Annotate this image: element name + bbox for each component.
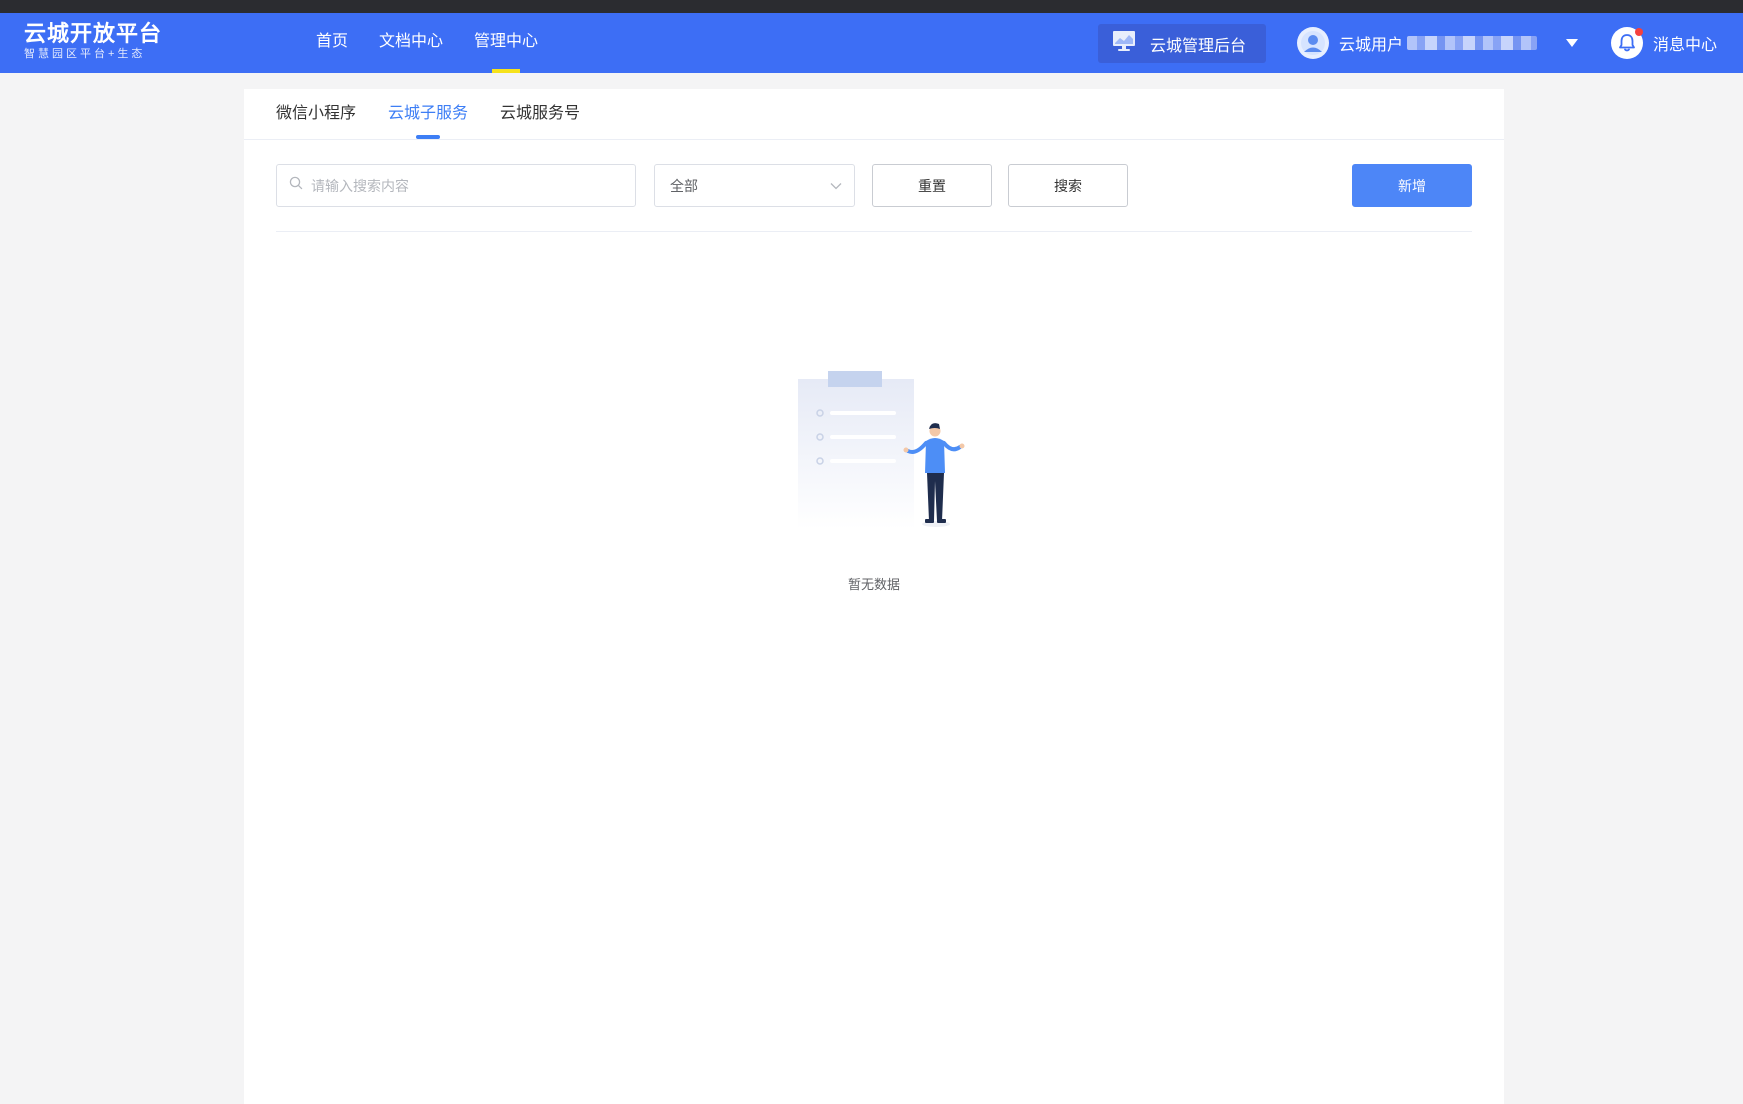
search-icon [289, 176, 303, 195]
user-avatar-icon [1297, 27, 1329, 59]
message-center-label: 消息中心 [1653, 37, 1718, 54]
message-center[interactable]: 消息中心 [1611, 25, 1717, 61]
admin-console-button[interactable]: 云城管理后台 [1098, 24, 1266, 63]
service-tabs: 微信小程序 云城子服务 云城服务号 [244, 89, 1504, 140]
search-button[interactable]: 搜索 [1008, 164, 1128, 207]
platform-logo[interactable]: 云城开放平台 智慧园区平台+生态 [24, 21, 162, 61]
caret-down-icon[interactable] [1566, 39, 1578, 47]
search-input[interactable] [309, 176, 613, 195]
reset-button[interactable]: 重置 [872, 164, 992, 207]
filter-divider [276, 231, 1472, 232]
admin-console-label: 云城管理后台 [1150, 37, 1247, 55]
logo-title: 云城开放平台 [24, 21, 163, 46]
nav-management-center[interactable]: 管理中心 [474, 13, 538, 73]
empty-state-text: 暂无数据 [847, 577, 900, 592]
monitor-icon [1112, 30, 1136, 57]
top-navigation-bar: 云城开放平台 智慧园区平台+生态 首页 文档中心 管理中心 云城管理后台 云城用… [0, 13, 1743, 73]
search-field[interactable] [276, 164, 636, 207]
main-nav: 首页 文档中心 管理中心 [316, 13, 569, 73]
nav-home[interactable]: 首页 [316, 13, 348, 73]
bell-icon [1611, 27, 1643, 59]
tab-yuncheng-sub-service[interactable]: 云城子服务 [388, 89, 468, 139]
content-panel: 微信小程序 云城子服务 云城服务号 全部 重置 搜索 新增 [244, 89, 1504, 1104]
add-button[interactable]: 新增 [1352, 164, 1472, 207]
unread-dot [1635, 28, 1643, 36]
chevron-down-icon [830, 177, 842, 195]
category-select[interactable]: 全部 [654, 164, 855, 207]
empty-state-illustration [788, 369, 968, 554]
user-name-redacted [1407, 36, 1538, 50]
logo-subtitle: 智慧园区平台+生态 [24, 48, 146, 60]
browser-chrome-strip [0, 0, 1743, 13]
user-menu[interactable]: 云城用户 [1297, 25, 1538, 61]
tab-yuncheng-service-account[interactable]: 云城服务号 [500, 89, 580, 139]
tab-wechat-mini-program[interactable]: 微信小程序 [276, 89, 356, 139]
nav-docs-center[interactable]: 文档中心 [379, 13, 443, 73]
category-select-value: 全部 [670, 177, 698, 194]
user-name: 云城用户 [1339, 37, 1404, 54]
